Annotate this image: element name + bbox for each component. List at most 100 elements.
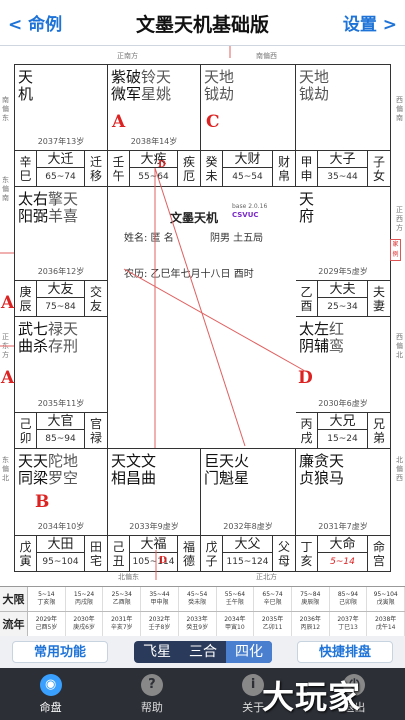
info-icon: i [242, 673, 265, 696]
daxian-palace: 大子 35~44 [318, 151, 368, 186]
star-char: 微 [111, 85, 127, 103]
daxian-cell[interactable]: 25~34 乙酉限 [103, 587, 142, 611]
tab-mingpan[interactable]: ◉ 命盘 [0, 668, 101, 720]
daxian-palace: 大友 75~84 [37, 281, 85, 316]
palace-stars: 廉贞贪狼天马 [299, 453, 344, 487]
palace-shen[interactable]: 天钺地劫甲申大子 35~44 子女 [295, 64, 391, 187]
liunian-label: 流年 [0, 612, 28, 636]
liunian-cell[interactable]: 2034年 甲寅10 [217, 612, 255, 636]
star-char: 杀 [33, 337, 49, 355]
palace-age: 2033年9虚岁 [129, 522, 179, 531]
star-char: 武 [18, 320, 34, 338]
daxian-range: 85~94 [45, 434, 76, 444]
palace-name: 田宅 [89, 539, 102, 568]
star-char: 魁 [219, 469, 235, 487]
palace-name: 福德 [182, 539, 195, 568]
daxian-name: 大子 [318, 151, 367, 168]
palace-chen[interactable]: 太阳右弼擎羊天喜 2036年12岁庚辰大友 75~84 交友 [14, 186, 108, 317]
palace-name: 兄弟 [372, 416, 385, 445]
daxian-name: 大命 [318, 536, 367, 553]
liunian-cell[interactable]: 2037年 丁巳13 [330, 612, 368, 636]
star-char: 天 [18, 452, 34, 470]
star-char: 阴 [299, 337, 315, 355]
palace-yin[interactable]: 天同天梁陀罗地空 2034年10岁戊寅大田 95~104 田宅 [14, 448, 108, 572]
daxian-cell[interactable]: 45~54 癸未限 [179, 587, 217, 611]
palace-hai[interactable]: 廉贞贪狼天马 2031年7虚岁丁亥大命 5~14 命宫 [295, 448, 391, 572]
star-char: 机 [18, 85, 34, 103]
common-functions-button[interactable]: 常用功能 [12, 641, 108, 663]
daxian-range: 115~124 [226, 557, 269, 567]
liunian-cell[interactable]: 2032年 壬子8岁 [141, 612, 179, 636]
center-title: 文墨天机 [170, 211, 219, 225]
tab-help[interactable]: ? 帮助 [101, 668, 202, 720]
liunian-cell[interactable]: 2036年 丙辰12 [292, 612, 330, 636]
palace-stars: 天钺地劫 [204, 69, 234, 103]
star-column: 天喜 [63, 191, 78, 225]
direction-label: 正东方 [2, 333, 9, 359]
palace-stars: 太阴左辅红鸾 [299, 321, 344, 355]
star-column: 禄存 [48, 321, 63, 355]
ganzhi-label: 戊子 [201, 536, 223, 571]
sihua-marker: A [112, 112, 126, 132]
star-char: 弼 [33, 207, 49, 225]
palace-stars: 巨门天魁火星 [204, 453, 249, 487]
seg-feixing[interactable]: 飞星 [134, 641, 180, 663]
palace-zi[interactable]: 巨门天魁火星 2032年8虚岁戊子大父 115~124 父母 [200, 448, 296, 572]
daxian-name: 大友 [37, 281, 84, 298]
palace-mao[interactable]: 武曲七杀禄存天刑 2035年11岁己卯大官 85~94 官禄 [14, 316, 108, 449]
star-char: 星 [141, 85, 157, 103]
csvuc-label: CSVUC [232, 211, 259, 219]
daxian-range: 75~84 [45, 302, 76, 312]
palace-name: 迁移 [89, 154, 102, 183]
star-char: 天 [111, 452, 127, 470]
liunian-cell[interactable]: 2035年 乙卯11 [254, 612, 292, 636]
daxian-name: 大财 [223, 151, 272, 168]
daxian-palace: 大兄 15~24 [318, 413, 368, 448]
palace-chou[interactable]: 天相文昌文曲 2033年9虚岁己丑大福 105~114 福德 [107, 448, 201, 572]
palace-you[interactable]: 天府 2029年5虚岁乙酉大夫 25~34 夫妻 [295, 186, 391, 317]
daxian-range: 35~44 [327, 172, 358, 182]
palace-age: 2030年6虚岁 [318, 399, 368, 408]
palace-age: 2038年14岁 [130, 137, 178, 146]
daxian-cell[interactable]: 35~44 甲申限 [141, 587, 179, 611]
daxian-cell[interactable]: 55~64 壬午限 [217, 587, 255, 611]
palace-age: 2032年8虚岁 [223, 522, 273, 531]
liunian-cell[interactable]: 2030年 庚戌6岁 [66, 612, 104, 636]
palace-footer: 己丑大福 105~114 福德 [108, 535, 200, 571]
daxian-cell[interactable]: 65~74 辛巳限 [254, 587, 292, 611]
liunian-row: 流年 2029年 己酉5岁 2030年 庚戌6岁 2031年 辛亥7岁 2032年 壬子8岁 2… [0, 612, 405, 637]
star-char: 铃 [141, 68, 157, 86]
star-char: 地 [314, 68, 330, 86]
chart-disc-icon: ◉ [39, 673, 62, 696]
palace-name: 疾厄 [182, 154, 195, 183]
daxian-name: 大夫 [318, 281, 367, 298]
seg-sihua[interactable]: 四化 [226, 641, 272, 663]
daxian-cell[interactable]: 15~24 丙戌限 [66, 587, 104, 611]
liunian-cell[interactable]: 2031年 辛亥7岁 [103, 612, 142, 636]
sihua-marker: A [1, 293, 15, 313]
daxian-palace: 大父 115~124 [223, 536, 273, 571]
sihua-marker: C [206, 112, 220, 132]
star-char: 太 [18, 190, 34, 208]
daxian-cell[interactable]: 5~14 丁亥限 [28, 587, 66, 611]
star-char: 梁 [33, 469, 49, 487]
palace-footer: 戊寅大田 95~104 田宅 [15, 535, 107, 571]
settings-button[interactable]: 设置 > [343, 10, 397, 35]
ganzhi-label: 己丑 [108, 536, 130, 571]
liunian-cell[interactable]: 2038年 戊午14 [367, 612, 405, 636]
liunian-cell[interactable]: 2033年 癸丑9岁 [179, 612, 217, 636]
palace-si[interactable]: 天机 2037年13岁辛巳大迁 65~74 迁移 [14, 64, 108, 187]
daxian-cell[interactable]: 85~94 己卯限 [330, 587, 368, 611]
star-column: 廉贞 [299, 453, 314, 487]
daxian-name: 大兄 [318, 413, 367, 430]
daxian-cell[interactable]: 75~84 庚辰限 [292, 587, 330, 611]
star-column: 铃星 [141, 69, 156, 103]
star-char: 劫 [219, 85, 235, 103]
seg-sanhe[interactable]: 三合 [180, 641, 226, 663]
liunian-cell[interactable]: 2029年 己酉5岁 [28, 612, 66, 636]
daxian-cell[interactable]: 95~104 戊寅限 [367, 587, 405, 611]
star-char: 存 [48, 337, 64, 355]
star-char: 辅 [314, 337, 330, 355]
quick-chart-button[interactable]: 快捷排盘 [297, 641, 393, 663]
star-column: 巨门 [204, 453, 219, 487]
